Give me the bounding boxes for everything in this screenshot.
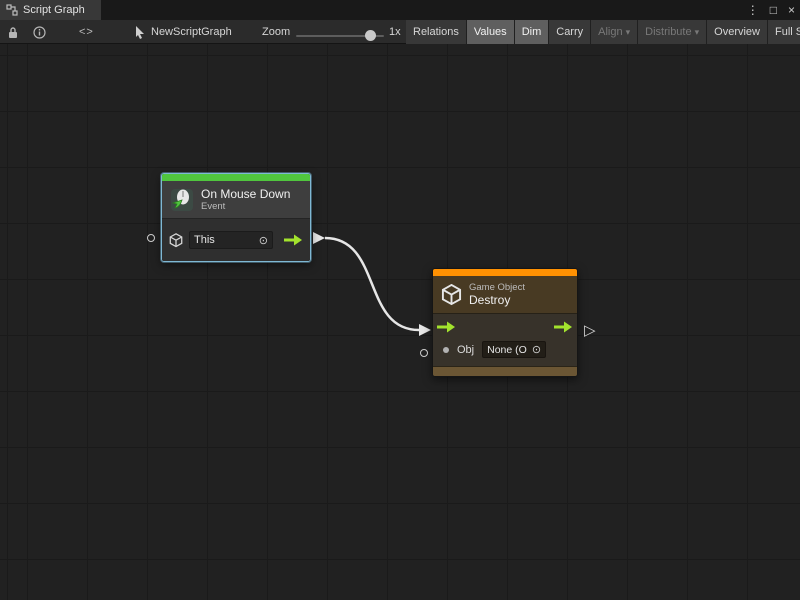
fullscreen-button[interactable]: Full S [768, 20, 800, 44]
graph-toolbar: <> NewScriptGraph Zoom 1x Relations Valu… [0, 20, 800, 44]
obj-input-port[interactable] [420, 349, 428, 357]
relations-button[interactable]: Relations [406, 20, 467, 44]
graph-canvas[interactable] [0, 44, 800, 600]
zoom-slider-knob[interactable] [365, 30, 376, 41]
node-subtitle: Event [201, 201, 290, 212]
info-icon [33, 26, 46, 39]
window-controls: ⋮ □ × [747, 0, 795, 20]
game-object-icon [169, 233, 183, 248]
zoom-value: 1x [389, 20, 401, 44]
node-header: Game Object Destroy [433, 276, 577, 313]
tab-title: Script Graph [23, 4, 85, 16]
close-icon[interactable]: × [788, 3, 795, 17]
maximize-icon[interactable]: □ [770, 3, 777, 17]
graph-icon [6, 4, 18, 16]
node-destroy[interactable]: Game Object Destroy Obj None (O [432, 268, 578, 377]
target-field[interactable]: This ⊙ [189, 231, 273, 249]
node-title: On Mouse Down [201, 187, 290, 201]
info-button[interactable] [33, 20, 46, 44]
mouse-event-icon [170, 188, 194, 212]
node-header: On Mouse Down Event [162, 181, 310, 218]
target-input-port[interactable] [147, 234, 155, 242]
node-category: Game Object [469, 282, 525, 293]
node-body: Obj None (O ⊙ [433, 313, 577, 366]
node-footer [433, 366, 577, 376]
dim-button[interactable]: Dim [515, 20, 550, 44]
zoom-label: Zoom [262, 20, 290, 44]
object-picker-icon[interactable]: ⊙ [259, 234, 268, 247]
node-on-mouse-down[interactable]: On Mouse Down Event This ⊙ [161, 173, 311, 262]
lock-button[interactable] [7, 20, 19, 44]
destroy-accent-bar [433, 269, 577, 276]
graph-name-breadcrumb[interactable]: NewScriptGraph [151, 20, 232, 44]
object-picker-icon[interactable]: ⊙ [532, 343, 541, 356]
script-graph-window: Script Graph ⋮ □ × <> [0, 0, 800, 600]
obj-port-dot-icon [443, 347, 449, 353]
distribute-button[interactable]: Distribute ▾ [638, 20, 707, 44]
overview-button[interactable]: Overview [707, 20, 768, 44]
lock-icon [7, 26, 19, 39]
cursor-icon [135, 20, 146, 44]
align-button[interactable]: Align ▾ [591, 20, 638, 44]
control-input-arrow[interactable] [437, 321, 456, 333]
toolbar-buttons: Relations Values Dim Carry Align ▾ Distr… [406, 20, 800, 44]
tab-bar: Script Graph ⋮ □ × [0, 0, 800, 20]
obj-field[interactable]: None (O ⊙ [482, 341, 546, 358]
unconnected-output-port[interactable]: ▷ [584, 323, 596, 338]
values-button[interactable]: Values [467, 20, 515, 44]
carry-button[interactable]: Carry [549, 20, 591, 44]
window-menu-icon[interactable]: ⋮ [747, 3, 759, 17]
code-icon[interactable]: <> [79, 20, 94, 44]
control-output-arrow[interactable] [554, 321, 573, 333]
node-body: This ⊙ [162, 218, 310, 261]
obj-label: Obj [457, 344, 474, 356]
game-object-icon [441, 284, 462, 306]
chevron-down-icon: ▾ [695, 21, 700, 44]
control-output-arrow[interactable] [284, 234, 303, 246]
node-title: Destroy [469, 293, 525, 307]
event-accent-bar [162, 174, 310, 181]
chevron-down-icon: ▾ [626, 21, 631, 44]
tab-script-graph[interactable]: Script Graph [0, 0, 101, 20]
